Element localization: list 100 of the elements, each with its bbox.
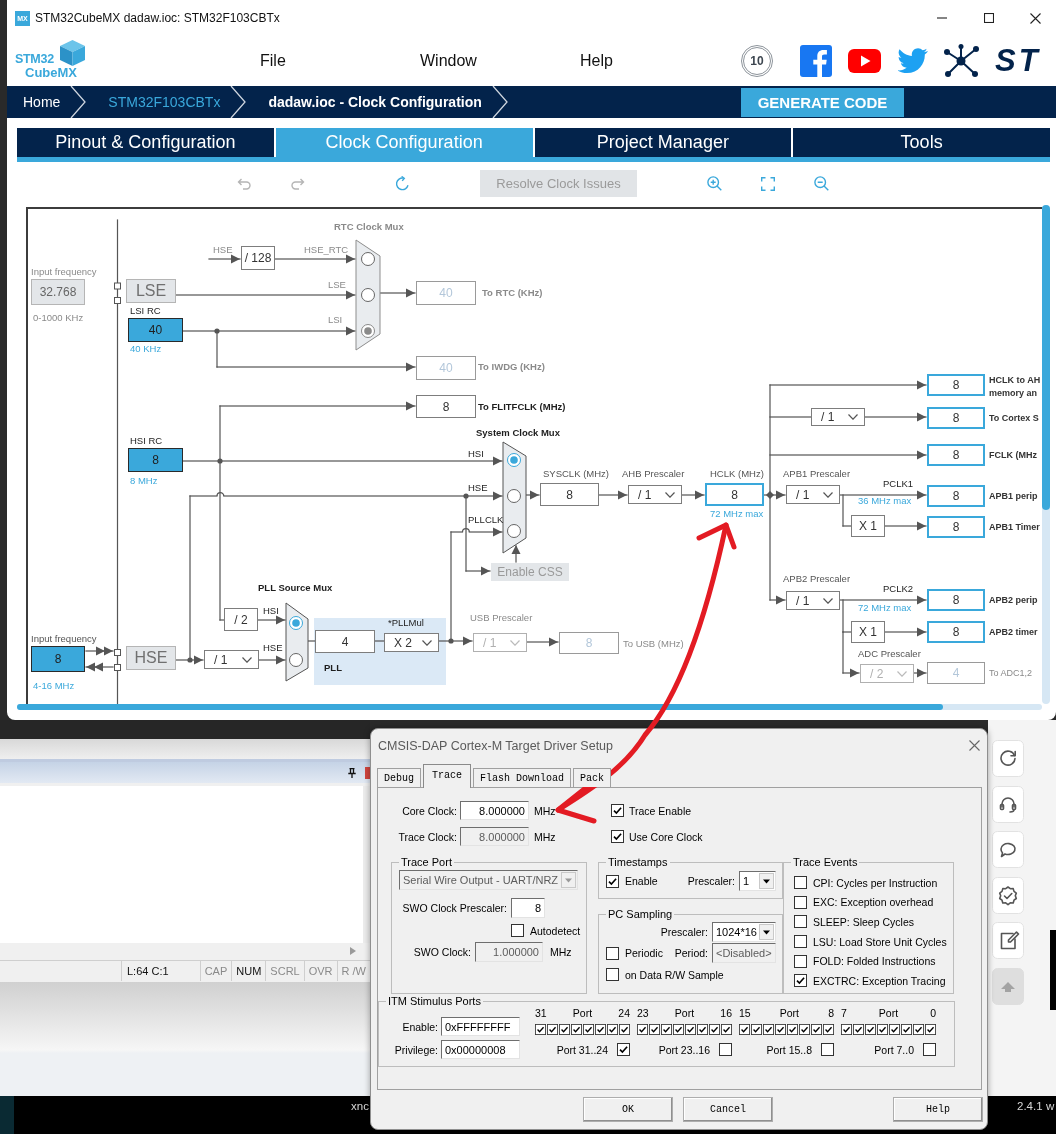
checkbox[interactable] (719, 1043, 732, 1056)
edit-icon[interactable] (992, 922, 1024, 960)
checkbox[interactable] (511, 924, 524, 937)
brand-logo[interactable]: ST (995, 45, 1041, 77)
frequency-output[interactable]: 8 (927, 407, 985, 429)
fit-to-screen-icon[interactable] (761, 176, 775, 191)
input-field[interactable]: 0x00000008 (441, 1040, 520, 1059)
tab[interactable]: Project Manager (534, 128, 792, 157)
checkbox[interactable] (775, 1024, 786, 1035)
checkbox[interactable] (606, 946, 619, 960)
checkbox[interactable] (607, 1024, 618, 1035)
frequency-input[interactable]: 8 (31, 646, 85, 672)
headset-icon[interactable] (992, 785, 1024, 823)
checkbox[interactable] (547, 1024, 558, 1035)
checkbox[interactable] (697, 1024, 708, 1035)
menu-item[interactable]: File (260, 52, 286, 70)
tab[interactable]: Flash Download (473, 768, 572, 787)
chat-bubble-icon[interactable] (992, 831, 1024, 869)
prescaler-dropdown[interactable]: / 1 (204, 650, 259, 669)
frequency-input[interactable]: 8 (128, 448, 183, 472)
dropdown[interactable]: 1 (739, 871, 776, 891)
breadcrumb-link[interactable]: STM32F103CBTx (108, 94, 221, 110)
prescaler-dropdown[interactable]: / 1 (628, 485, 682, 504)
prescaler-dropdown[interactable]: / 1 (786, 591, 840, 610)
frequency-output[interactable]: 8 (540, 483, 599, 506)
menu-item[interactable]: Help (580, 52, 613, 70)
checkbox[interactable] (721, 1024, 732, 1035)
checkbox[interactable] (649, 1024, 660, 1035)
checkbox[interactable] (889, 1024, 900, 1035)
scrollbar-track[interactable] (1042, 205, 1050, 704)
input-field[interactable]: 8.000000 (460, 801, 529, 820)
frequency-input[interactable]: 40 (128, 318, 183, 342)
tab[interactable]: Trace (423, 764, 472, 788)
frequency-output[interactable]: 8 (927, 589, 985, 611)
checkbox[interactable] (853, 1024, 864, 1035)
zoom-in-icon[interactable] (707, 176, 722, 191)
frequency-output[interactable]: 8 (927, 444, 985, 466)
maximize-icon[interactable] (984, 13, 994, 23)
network-icon[interactable] (943, 43, 980, 79)
input-field[interactable]: 8 (511, 898, 545, 918)
zoom-out-icon[interactable] (814, 176, 829, 191)
checkbox[interactable] (811, 1024, 822, 1035)
frequency-output[interactable]: 8 (927, 621, 985, 643)
multiplier-dropdown[interactable]: X 2 (384, 633, 439, 652)
checkbox[interactable] (617, 1043, 630, 1056)
checkbox[interactable] (661, 1024, 672, 1035)
checkbox[interactable] (913, 1024, 924, 1035)
checkbox[interactable] (673, 1024, 684, 1035)
breadcrumb-current[interactable]: dadaw.ioc - Clock Configuration (268, 94, 482, 110)
checkbox[interactable] (571, 1024, 582, 1035)
checkbox[interactable] (877, 1024, 888, 1035)
checkbox[interactable] (794, 935, 807, 949)
checkbox[interactable] (606, 968, 619, 981)
video-play-icon[interactable] (848, 49, 881, 73)
checkbox[interactable] (606, 874, 619, 888)
menu-item[interactable]: Window (420, 52, 477, 70)
frequency-output[interactable]: 8 (416, 395, 476, 418)
cancel-button[interactable]: Cancel (683, 1097, 773, 1122)
checkbox[interactable] (535, 1024, 546, 1035)
checkbox[interactable] (841, 1024, 852, 1035)
rotate-icon[interactable] (992, 740, 1024, 777)
tab[interactable]: Pinout & Configuration (17, 128, 274, 157)
frequency-output[interactable]: 8 (927, 374, 985, 396)
checkbox[interactable] (865, 1024, 876, 1035)
close-icon[interactable] (1030, 12, 1041, 24)
frequency-input[interactable]: 8 (705, 483, 764, 506)
input-field[interactable]: 0xFFFFFFFF (441, 1017, 520, 1036)
pin-icon[interactable] (348, 767, 356, 778)
dropdown[interactable]: 1024*16 (712, 922, 776, 942)
checkbox[interactable] (794, 974, 807, 988)
checkbox[interactable] (794, 876, 807, 890)
tab[interactable]: Debug (377, 768, 421, 787)
checkbox[interactable] (595, 1024, 606, 1035)
checkbox[interactable] (611, 804, 624, 817)
checkbox[interactable] (925, 1024, 936, 1035)
frequency-output[interactable]: 8 (927, 485, 985, 507)
checkbox[interactable] (619, 1024, 630, 1035)
checkbox[interactable] (763, 1024, 774, 1035)
checkbox[interactable] (611, 830, 624, 843)
checkbox[interactable] (751, 1024, 762, 1035)
facebook-icon[interactable] (800, 45, 832, 77)
close-button[interactable] (365, 766, 370, 779)
checkbox[interactable] (787, 1024, 798, 1035)
tab[interactable]: Pack (573, 768, 612, 787)
checkbox[interactable] (794, 895, 807, 909)
breadcrumb-link[interactable]: Home (23, 94, 61, 110)
checkbox[interactable] (559, 1024, 570, 1035)
badge-check-icon[interactable] (992, 876, 1024, 914)
refresh-icon[interactable] (395, 176, 410, 191)
checkbox[interactable] (685, 1024, 696, 1035)
checkbox[interactable] (709, 1024, 720, 1035)
checkbox[interactable] (637, 1024, 648, 1035)
bird-icon[interactable] (898, 48, 928, 74)
checkbox[interactable] (794, 954, 807, 968)
checkbox[interactable] (794, 915, 807, 929)
frequency-output[interactable]: 8 (927, 516, 985, 538)
prescaler-dropdown[interactable]: / 1 (811, 408, 865, 426)
tab[interactable]: Tools (793, 128, 1050, 157)
checkbox[interactable] (739, 1024, 750, 1035)
checkbox[interactable] (799, 1024, 810, 1035)
